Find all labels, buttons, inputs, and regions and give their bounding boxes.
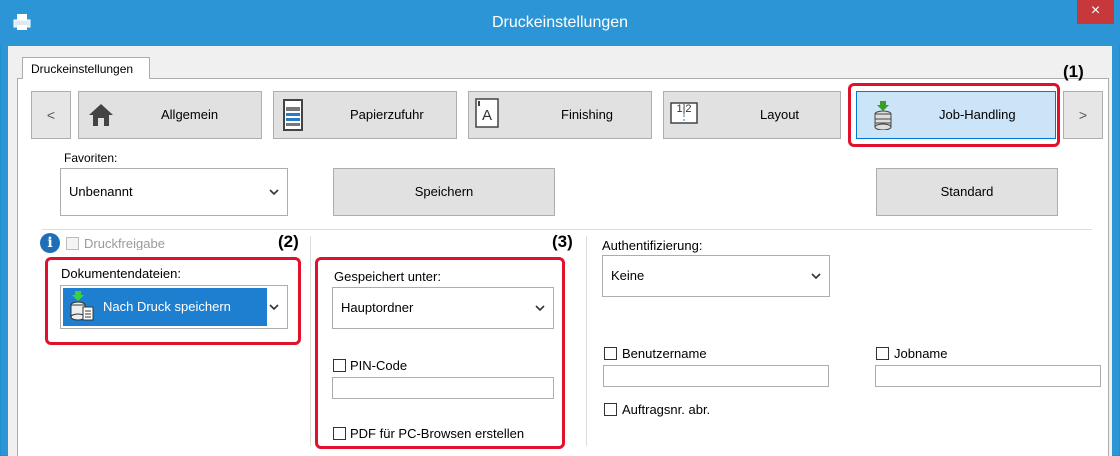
callout-label-1: (1) bbox=[1063, 62, 1084, 81]
favorites-value: Unbenannt bbox=[69, 184, 133, 199]
jobname-checkbox[interactable] bbox=[876, 347, 889, 360]
nav-label-papierzufuhr: Papierzufuhr bbox=[350, 107, 424, 122]
nav-label-layout: Layout bbox=[760, 107, 800, 122]
nav-allgemein-button[interactable]: Allgemein bbox=[78, 91, 262, 139]
authentication-label: Authentifizierung: bbox=[602, 238, 703, 253]
jobname-input[interactable] bbox=[875, 365, 1101, 387]
close-button[interactable]: × bbox=[1077, 0, 1114, 24]
account-number-checkbox[interactable] bbox=[604, 403, 617, 416]
chevron-down-icon bbox=[535, 305, 545, 312]
pin-code-input[interactable] bbox=[332, 377, 554, 399]
column-separator-right bbox=[586, 236, 587, 446]
nav-next-button[interactable]: > bbox=[1063, 91, 1103, 139]
finishing-icon: A bbox=[475, 98, 499, 131]
favorites-label: Favoriten: bbox=[64, 151, 118, 165]
store-after-print-icon bbox=[69, 290, 95, 325]
callout-label-3: (3) bbox=[552, 232, 573, 251]
window-title: Druckeinstellungen bbox=[491, 14, 629, 31]
chevron-down-icon bbox=[811, 273, 821, 280]
home-icon bbox=[87, 101, 115, 132]
save-favorites-button[interactable]: Speichern bbox=[333, 168, 555, 216]
username-label: Benutzername bbox=[622, 346, 707, 361]
layout-icon-text: 1|2 bbox=[676, 103, 692, 115]
nav-label-finishing: Finishing bbox=[561, 107, 614, 122]
account-number-label: Auftragsnr. abr. bbox=[622, 402, 711, 417]
callout-label-2: (2) bbox=[278, 232, 299, 251]
chevron-down-icon bbox=[269, 304, 279, 311]
nav-prev-button[interactable]: < bbox=[31, 91, 71, 139]
print-release-checkbox[interactable] bbox=[66, 237, 79, 250]
favorites-dropdown[interactable]: Unbenannt bbox=[60, 168, 288, 216]
callout-box-3 bbox=[315, 257, 565, 449]
callout-box-1 bbox=[848, 83, 1060, 147]
default-button[interactable]: Standard bbox=[876, 168, 1058, 216]
document-filing-dropdown[interactable]: Nach Druck speichern bbox=[60, 285, 288, 329]
authentication-value: Keine bbox=[611, 268, 645, 283]
stored-in-label: Gespeichert unter: bbox=[334, 269, 441, 284]
pdf-browse-checkbox[interactable] bbox=[333, 427, 346, 440]
username-checkbox[interactable] bbox=[604, 347, 617, 360]
nav-finishing-button[interactable]: A Finishing bbox=[468, 91, 652, 139]
stored-in-value: Hauptordner bbox=[341, 300, 414, 315]
jobname-label: Jobname bbox=[894, 346, 948, 361]
authentication-dropdown[interactable]: Keine bbox=[602, 255, 830, 297]
svg-text:A: A bbox=[482, 107, 492, 124]
tab-druckeinstellungen[interactable]: Druckeinstellungen bbox=[22, 57, 150, 79]
column-separator-left bbox=[310, 236, 311, 446]
document-filing-label: Dokumentendateien: bbox=[61, 266, 181, 281]
nav-papierzufuhr-button[interactable]: Papierzufuhr bbox=[273, 91, 457, 139]
pin-code-checkbox[interactable] bbox=[333, 359, 346, 372]
info-icon: i bbox=[40, 233, 60, 253]
document-filing-value: Nach Druck speichern bbox=[103, 299, 231, 314]
pin-code-label: PIN-Code bbox=[350, 358, 408, 373]
stored-in-dropdown[interactable]: Hauptordner bbox=[332, 287, 554, 329]
section-separator bbox=[42, 229, 1092, 230]
username-input[interactable] bbox=[603, 365, 829, 387]
paper-tray-icon bbox=[281, 99, 305, 134]
nav-label-allgemein: Allgemein bbox=[161, 107, 219, 122]
print-release-label: Druckfreigabe bbox=[84, 236, 165, 250]
chevron-down-icon bbox=[269, 189, 279, 196]
nav-layout-button[interactable]: 1|2 Layout bbox=[663, 91, 841, 139]
pdf-browse-label: PDF für PC-Browsen erstellen bbox=[350, 426, 525, 441]
